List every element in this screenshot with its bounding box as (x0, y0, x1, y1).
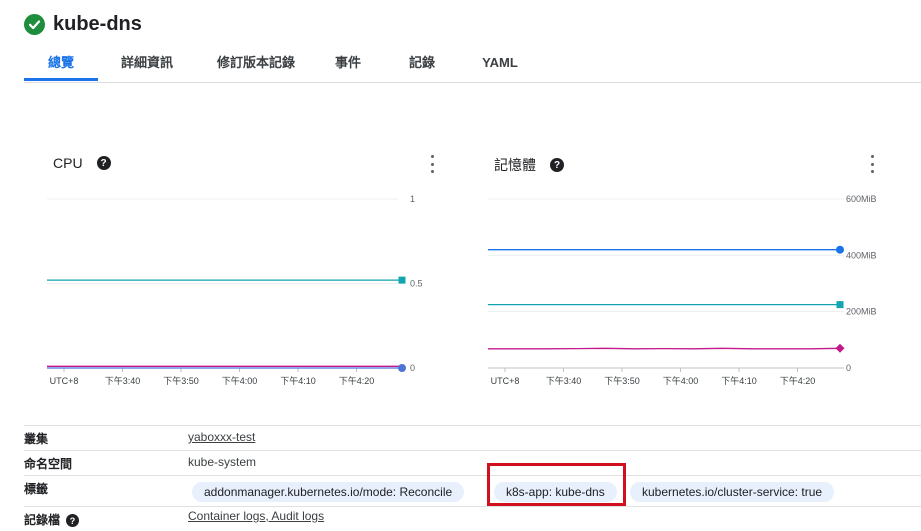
labels-row: 標籤 addonmanager.kubernetes.io/mode: Reco… (24, 475, 921, 506)
x-tick-label: 下午4:00 (222, 375, 258, 386)
x-tick-label: UTC+8 (491, 376, 520, 386)
x-tick-label: 下午3:40 (546, 375, 582, 386)
namespace-row: 命名空間 kube-system (24, 450, 921, 475)
series-marker (398, 364, 406, 372)
charts-svg: 1 0.5 0 UTC+8 下午3:40 下午3:50 下午4:00 下午4:10 下午4:20… (47, 194, 877, 386)
x-tick-label: 下午3:50 (604, 375, 640, 386)
series-marker (398, 276, 406, 284)
y-tick-label: 400MiB (846, 250, 877, 260)
x-tick-label: 下午3:50 (163, 375, 199, 386)
series-marker (835, 343, 845, 353)
label-chip: addonmanager.kubernetes.io/mode: Reconci… (192, 482, 465, 502)
y-tick-label: 0.5 (410, 279, 423, 289)
charts-layer: 1 0.5 0 UTC+8 下午3:40 下午3:50 下午4:00 下午4:10 下午4:20… (0, 0, 921, 415)
y-tick-label: 1 (410, 194, 415, 204)
logs-row: 記錄檔? Container logs, Audit logs (24, 506, 921, 531)
x-tick-label: 下午3:40 (105, 375, 141, 386)
y-tick-label: 600MiB (846, 194, 877, 204)
namespace-value: kube-system (188, 455, 257, 469)
cluster-link[interactable]: yaboxxx-test (188, 430, 255, 444)
logs-key: 記錄檔? (24, 511, 80, 528)
highlight-box (487, 463, 626, 506)
x-tick-label: 下午4:20 (339, 375, 375, 386)
y-tick-label: 0 (846, 363, 851, 373)
y-tick-label: 0 (410, 363, 415, 373)
namespace-key: 命名空間 (24, 457, 73, 471)
series-line (488, 347, 841, 350)
cluster-key: 叢集 (24, 432, 49, 446)
x-tick-label: 下午4:10 (280, 375, 316, 386)
label-chip: kubernetes.io/cluster-service: true (630, 482, 835, 502)
x-tick-label: 下午4:10 (721, 375, 757, 386)
series-marker (836, 301, 844, 309)
cluster-row: 叢集 yaboxxx-test (24, 425, 921, 450)
y-tick-label: 200MiB (846, 307, 877, 317)
x-tick-label: 下午4:20 (780, 375, 816, 386)
labels-key: 標籤 (24, 482, 49, 496)
x-tick-label: UTC+8 (50, 376, 79, 386)
series-marker (836, 245, 844, 254)
x-tick-label: 下午4:00 (663, 375, 699, 386)
details-table: 叢集 yaboxxx-test 命名空間 kube-system 標籤 addo… (24, 425, 921, 531)
logs-key-label: 記錄檔 (24, 513, 61, 527)
